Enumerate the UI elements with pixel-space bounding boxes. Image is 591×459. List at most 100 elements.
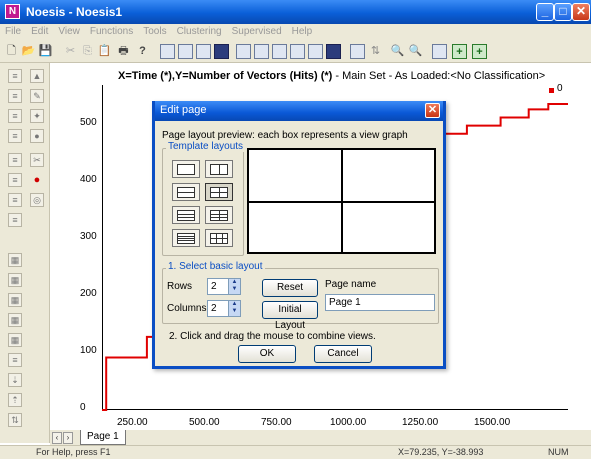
- layout-4x3-button[interactable]: [205, 229, 233, 247]
- tool-icon-13[interactable]: ≡: [8, 193, 22, 207]
- rows-stepper[interactable]: 2 ▲ ▼: [207, 278, 241, 295]
- combine-instruction: 2. Click and drag the mouse to combine v…: [169, 331, 376, 342]
- y-tick-label: 400: [80, 174, 97, 185]
- menu-tools[interactable]: Tools: [138, 24, 171, 39]
- layout-4x1-button[interactable]: [172, 229, 200, 247]
- layout-3x2-button[interactable]: [205, 206, 233, 224]
- menu-view[interactable]: View: [53, 24, 85, 39]
- tool-icon-5[interactable]: ≡: [8, 109, 22, 123]
- copy-icon[interactable]: ⎘: [80, 44, 95, 59]
- menu-edit[interactable]: Edit: [26, 24, 53, 39]
- tool-icon-24[interactable]: ⇅: [8, 413, 22, 427]
- tool-icon-21[interactable]: ≡: [8, 353, 22, 367]
- tool-icon-9[interactable]: ≡: [8, 153, 22, 167]
- tool-icon-7[interactable]: ≡: [8, 129, 22, 143]
- tool-icon-23[interactable]: ⇡: [8, 393, 22, 407]
- tool-icon-2[interactable]: ▲: [30, 69, 44, 83]
- page-name-field[interactable]: Page 1: [325, 294, 435, 311]
- plot-title-rest: - Main Set - As Loaded:<No Classificatio…: [332, 70, 546, 82]
- dialog-title-bar[interactable]: Edit page ✕: [155, 101, 443, 121]
- view-icon-3[interactable]: [196, 44, 211, 59]
- graph-icon-6[interactable]: [326, 44, 341, 59]
- graph-icon-4[interactable]: [290, 44, 305, 59]
- menu-help[interactable]: Help: [287, 24, 318, 39]
- paste-icon[interactable]: 📋: [97, 44, 112, 59]
- layout-1x1-button[interactable]: [172, 160, 200, 178]
- zoom-out-icon[interactable]: 🔍: [408, 44, 423, 59]
- initial-layout-button[interactable]: Initial Layout: [262, 301, 318, 331]
- tool-icon-18[interactable]: ▦: [8, 293, 22, 307]
- tool-icon-14[interactable]: ◎: [30, 193, 44, 207]
- menu-supervised[interactable]: Supervised: [227, 24, 287, 39]
- help-icon[interactable]: ?: [135, 44, 150, 59]
- maximize-button[interactable]: □: [554, 3, 572, 21]
- ok-button[interactable]: OK: [238, 345, 296, 363]
- print-icon[interactable]: 🖶: [116, 44, 131, 59]
- rows-spin-arrows[interactable]: ▲ ▼: [228, 279, 240, 294]
- graph-icon-3[interactable]: [272, 44, 287, 59]
- rows-label: Rows: [167, 281, 193, 292]
- y-tick-label: 500: [80, 117, 97, 128]
- tool-icon-1[interactable]: ≡: [8, 69, 22, 83]
- close-button[interactable]: ✕: [572, 3, 590, 21]
- layout-2x1-button[interactable]: [172, 183, 200, 201]
- cut-icon[interactable]: ✂: [63, 44, 78, 59]
- open-folder-icon[interactable]: 📂: [21, 44, 36, 59]
- rows-value: 2: [211, 281, 217, 292]
- menu-clustering[interactable]: Clustering: [172, 24, 227, 39]
- layout-preview[interactable]: [247, 148, 436, 254]
- tool-icon-10[interactable]: ✂: [30, 153, 44, 167]
- tool-icon-19[interactable]: ▦: [8, 313, 22, 327]
- layout-1x2-button[interactable]: [205, 160, 233, 178]
- x-tick-label: 1000.00: [330, 417, 367, 428]
- tool-icon-6[interactable]: ✦: [30, 109, 44, 123]
- tool-icon-15[interactable]: ≡: [8, 213, 22, 227]
- chart-icon-1[interactable]: [350, 44, 365, 59]
- tool-icon-22[interactable]: ⇣: [8, 373, 22, 387]
- layout-3x1-button[interactable]: [172, 206, 200, 224]
- status-bar: For Help, press F1 X=79.235, Y=-38.993 N…: [0, 445, 591, 459]
- x-tick-label: 250.00: [117, 417, 148, 428]
- graph-icon-1[interactable]: [236, 44, 251, 59]
- toolbar: 🗋 📂 💾 ✂ ⎘ 📋 🖶 ? ⇅ 🔍 🔍 + +: [0, 41, 591, 63]
- tab-next-arrow[interactable]: ›: [63, 432, 73, 444]
- view-icon-2[interactable]: [178, 44, 193, 59]
- graph-icon-5[interactable]: [308, 44, 323, 59]
- new-file-icon[interactable]: 🗋: [4, 44, 19, 59]
- reset-button[interactable]: Reset: [262, 279, 318, 297]
- tool-icon-16[interactable]: ▦: [8, 253, 22, 267]
- left-toolbar: ≡ ▲ ≡ ✎ ≡ ✦ ≡ ● ≡ ✂ ≡ ● ≡ ◎ ≡ ▦ ▦ ▦ ▦ ▦ …: [0, 63, 50, 443]
- tool-icon-8[interactable]: ●: [30, 129, 44, 143]
- save-icon[interactable]: 💾: [38, 44, 53, 59]
- title-bar: N Noesis - Noesis1 _ □ ✕: [0, 0, 591, 24]
- columns-spin-arrows[interactable]: ▲ ▼: [228, 301, 240, 316]
- dialog-title: Edit page: [160, 104, 207, 116]
- add-grid-icon[interactable]: +: [472, 44, 487, 59]
- apple-icon[interactable]: ●: [30, 173, 44, 187]
- tab-prev-arrow[interactable]: ‹: [52, 432, 62, 444]
- tool-icon-20[interactable]: ▦: [8, 333, 22, 347]
- view-icon-4[interactable]: [214, 44, 229, 59]
- add-view-icon[interactable]: +: [452, 44, 467, 59]
- tool-icon-3[interactable]: ≡: [8, 89, 22, 103]
- columns-label: Columns: [167, 303, 207, 314]
- x-tick-label: 500.00: [189, 417, 220, 428]
- view-icon-1[interactable]: [160, 44, 175, 59]
- grid-icon[interactable]: [432, 44, 447, 59]
- y-tick-label: 200: [80, 288, 97, 299]
- menu-functions[interactable]: Functions: [85, 24, 138, 39]
- minimize-button[interactable]: _: [536, 3, 554, 21]
- layout-2x2-button[interactable]: [205, 183, 233, 201]
- tool-icon-4[interactable]: ✎: [30, 89, 44, 103]
- preview-divider-horizontal: [249, 201, 434, 203]
- columns-stepper[interactable]: 2 ▲ ▼: [207, 300, 241, 317]
- graph-icon-2[interactable]: [254, 44, 269, 59]
- cancel-button[interactable]: Cancel: [314, 345, 372, 363]
- zoom-in-icon[interactable]: 🔍: [390, 44, 405, 59]
- tool-icon-11[interactable]: ≡: [8, 173, 22, 187]
- dialog-close-button[interactable]: ✕: [425, 103, 440, 118]
- tool-icon-17[interactable]: ▦: [8, 273, 22, 287]
- tab-page-1[interactable]: Page 1: [80, 430, 126, 445]
- chart-icon-2[interactable]: ⇅: [368, 44, 383, 59]
- menu-file[interactable]: File: [0, 24, 26, 39]
